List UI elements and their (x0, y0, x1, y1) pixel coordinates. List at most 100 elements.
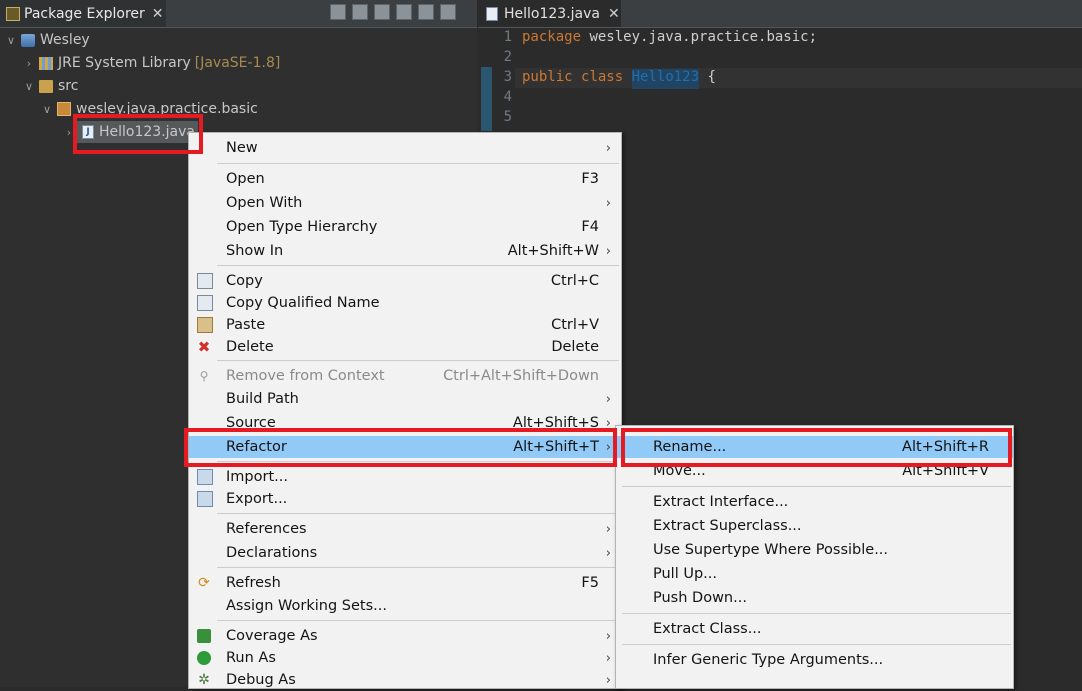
code-line[interactable]: 5 (500, 109, 522, 129)
code-line[interactable]: 1 package wesley.java.practice.basic; (500, 29, 817, 49)
chevron-right-icon: › (605, 672, 611, 688)
menu-item-delete[interactable]: ✖ Delete Delete (189, 336, 621, 358)
link-with-editor-icon[interactable] (352, 4, 368, 20)
submenu-item-extract-superclass[interactable]: Extract Superclass... (616, 515, 1013, 537)
menu-item-show-in[interactable]: Show In Alt+Shift+W › (189, 240, 621, 262)
code-text: wesley.java.practice.basic; (581, 29, 818, 45)
chevron-down-icon[interactable]: ∨ (4, 34, 18, 47)
menu-item-declarations[interactable]: Declarations › (189, 542, 621, 564)
menu-item-copy[interactable]: Copy Ctrl+C (189, 270, 621, 292)
menu-item-paste[interactable]: Paste Ctrl+V (189, 314, 621, 336)
chevron-down-icon[interactable]: ∨ (22, 80, 36, 93)
menu-item-run-as[interactable]: Run As › (189, 647, 621, 669)
menu-item-label: Extract Class... (653, 621, 762, 637)
chevron-down-icon[interactable]: ∨ (40, 103, 54, 116)
submenu-item-push-down[interactable]: Push Down... (616, 587, 1013, 609)
menu-item-label: Extract Interface... (653, 494, 789, 510)
menu-item-label: Debug As (226, 672, 296, 688)
keyword: class (581, 69, 624, 85)
menu-separator (217, 360, 619, 361)
submenu-item-pull-up[interactable]: Pull Up... (616, 563, 1013, 585)
menu-item-open-with[interactable]: Open With › (189, 192, 621, 214)
menu-item-label: Remove from Context (226, 368, 385, 384)
code-text: { (699, 69, 716, 85)
menu-item-shortcut: Alt+Shift+W (507, 243, 599, 259)
submenu-item-infer-generic-type-arguments[interactable]: Infer Generic Type Arguments... (616, 649, 1013, 671)
minimize-icon[interactable] (418, 4, 434, 20)
code-line[interactable]: 2 (500, 49, 522, 69)
view-menu-icon[interactable] (396, 4, 412, 20)
maximize-icon[interactable] (440, 4, 456, 20)
annotation-box-file (73, 114, 203, 154)
code-line[interactable]: 3 public class Hello123 { (500, 69, 716, 89)
menu-item-label: Show In (226, 243, 284, 259)
menu-item-assign-working-sets[interactable]: Assign Working Sets... (189, 595, 621, 617)
run-icon (197, 651, 211, 665)
tree-item-suffix: [JavaSE-1.8] (194, 55, 281, 71)
coverage-icon (197, 629, 211, 643)
chevron-right-icon: › (605, 545, 611, 561)
menu-item-import[interactable]: Import... (189, 466, 621, 488)
menu-item-open-type-hierarchy[interactable]: Open Type Hierarchy F4 (189, 216, 621, 238)
chevron-right-icon: › (605, 521, 611, 537)
menu-item-label: Infer Generic Type Arguments... (653, 652, 884, 668)
menu-item-label: Extract Superclass... (653, 518, 802, 534)
menu-item-label: Declarations (226, 545, 318, 561)
tree-item-project[interactable]: ∨ Wesley (4, 29, 90, 51)
line-number: 4 (503, 89, 512, 105)
chevron-right-icon: › (605, 628, 611, 644)
menu-item-label: Pull Up... (653, 566, 717, 582)
code-line[interactable]: 4 (500, 89, 522, 109)
copy-icon (197, 273, 213, 289)
annotation-box-refactor (184, 428, 617, 467)
tree-item-jre[interactable]: › JRE System Library [JavaSE-1.8] (22, 52, 281, 74)
package-explorer-tab-label: Package Explorer (24, 5, 145, 22)
menu-item-new[interactable]: New › (189, 137, 621, 159)
chevron-right-icon: › (605, 391, 611, 407)
menu-item-export[interactable]: Export... (189, 488, 621, 510)
package-explorer-tab[interactable]: Package Explorer ✕ (0, 0, 166, 27)
line-number: 5 (503, 109, 512, 125)
menu-item-coverage-as[interactable]: Coverage As › (189, 625, 621, 647)
submenu-item-extract-class[interactable]: Extract Class... (616, 618, 1013, 640)
source-folder-icon (39, 79, 53, 93)
menu-item-shortcut: Delete (551, 339, 599, 355)
menu-item-label: Import... (226, 469, 288, 485)
refresh-icon: ⟳ (198, 575, 210, 591)
menu-item-debug-as[interactable]: ✲ Debug As › (189, 669, 621, 691)
tree-item-label: Wesley (40, 32, 90, 48)
line-number: 2 (503, 49, 512, 65)
close-icon[interactable]: ✕ (152, 6, 164, 22)
submenu-item-use-supertype[interactable]: Use Supertype Where Possible... (616, 539, 1013, 561)
menu-item-label: Refresh (226, 575, 281, 591)
export-icon (197, 491, 213, 507)
menu-separator (217, 567, 619, 568)
close-icon[interactable]: ✕ (608, 6, 620, 22)
menu-item-copy-qualified-name[interactable]: Copy Qualified Name (189, 292, 621, 314)
editor-tab[interactable]: Hello123.java ✕ (478, 0, 621, 27)
tree-item-src[interactable]: ∨ src (22, 75, 78, 97)
tree-item-label: src (58, 78, 79, 94)
menu-item-refresh[interactable]: ⟳ Refresh F5 (189, 572, 621, 594)
menu-item-label: Use Supertype Where Possible... (653, 542, 889, 558)
keyword: public (522, 69, 573, 85)
focus-icon[interactable] (374, 4, 390, 20)
package-explorer-toolbar (330, 4, 456, 22)
menu-item-label: New (226, 140, 258, 156)
chevron-right-icon: › (605, 140, 611, 156)
import-icon (197, 469, 213, 485)
chevron-right-icon[interactable]: › (22, 57, 36, 70)
menu-separator (217, 620, 619, 621)
line-number: 1 (503, 29, 512, 45)
collapse-all-icon[interactable] (330, 4, 346, 20)
tree-item-label: JRE System Library (58, 55, 191, 71)
menu-separator (622, 613, 1011, 614)
menu-item-open[interactable]: Open F3 (189, 168, 621, 190)
menu-separator (622, 486, 1011, 487)
chevron-right-icon: › (605, 650, 611, 666)
menu-item-references[interactable]: References › (189, 518, 621, 540)
submenu-item-extract-interface[interactable]: Extract Interface... (616, 491, 1013, 513)
menu-item-shortcut: Ctrl+Alt+Shift+Down (443, 368, 599, 384)
menu-item-build-path[interactable]: Build Path › (189, 388, 621, 410)
annotation-box-rename (621, 428, 1012, 467)
